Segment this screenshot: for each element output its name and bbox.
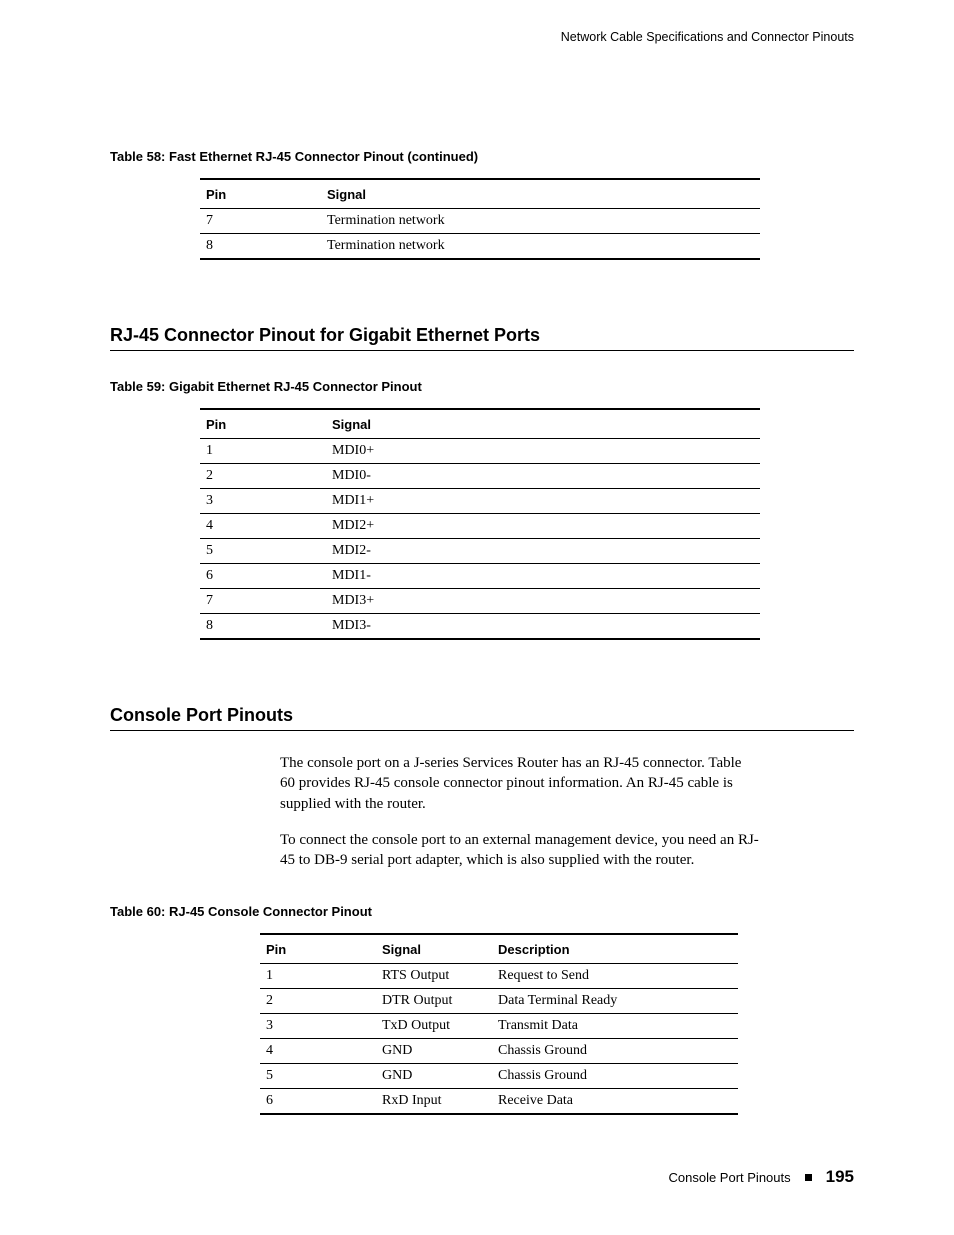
cell-description: Transmit Data: [492, 1014, 738, 1039]
cell-signal: RxD Input: [376, 1089, 492, 1115]
paragraph: The console port on a J-series Services …: [280, 753, 760, 814]
cell-signal: Termination network: [321, 234, 760, 260]
table-row: 1RTS OutputRequest to Send: [260, 964, 738, 989]
cell-signal: RTS Output: [376, 964, 492, 989]
th-signal: Signal: [321, 179, 760, 209]
cell-signal: MDI2-: [326, 539, 760, 564]
body-text: The console port on a J-series Services …: [280, 753, 760, 870]
cell-pin: 1: [200, 439, 326, 464]
table-row: 3TxD OutputTransmit Data: [260, 1014, 738, 1039]
cell-signal: MDI0-: [326, 464, 760, 489]
cell-pin: 7: [200, 209, 321, 234]
cell-description: Data Terminal Ready: [492, 989, 738, 1014]
paragraph: To connect the console port to an extern…: [280, 830, 760, 871]
running-header: Network Cable Specifications and Connect…: [110, 30, 854, 44]
table-row: 4GNDChassis Ground: [260, 1039, 738, 1064]
cell-signal: DTR Output: [376, 989, 492, 1014]
cell-signal: MDI0+: [326, 439, 760, 464]
cell-pin: 3: [200, 489, 326, 514]
bullet-square-icon: [805, 1174, 812, 1181]
table-row: 5GNDChassis Ground: [260, 1064, 738, 1089]
cell-pin: 4: [200, 514, 326, 539]
cell-signal: TxD Output: [376, 1014, 492, 1039]
cell-signal: GND: [376, 1039, 492, 1064]
cell-pin: 3: [260, 1014, 376, 1039]
table-row: 6MDI1-: [200, 564, 760, 589]
cell-description: Request to Send: [492, 964, 738, 989]
table-60: Pin Signal Description 1RTS OutputReques…: [260, 933, 738, 1115]
cell-pin: 2: [260, 989, 376, 1014]
cell-signal: MDI2+: [326, 514, 760, 539]
th-pin: Pin: [200, 409, 326, 439]
table-59: Pin Signal 1MDI0+ 2MDI0- 3MDI1+ 4MDI2+ 5…: [200, 408, 760, 640]
footer-section-label: Console Port Pinouts: [669, 1170, 791, 1185]
table-row: 8MDI3-: [200, 614, 760, 640]
table-59-caption: Table 59: Gigabit Ethernet RJ-45 Connect…: [110, 379, 854, 394]
table-row: 4MDI2+: [200, 514, 760, 539]
cell-pin: 7: [200, 589, 326, 614]
cell-description: Chassis Ground: [492, 1039, 738, 1064]
table-row: 2MDI0-: [200, 464, 760, 489]
cell-pin: 6: [260, 1089, 376, 1115]
cell-signal: Termination network: [321, 209, 760, 234]
cell-pin: 1: [260, 964, 376, 989]
cell-description: Chassis Ground: [492, 1064, 738, 1089]
table-row: 2DTR OutputData Terminal Ready: [260, 989, 738, 1014]
th-description: Description: [492, 934, 738, 964]
th-pin: Pin: [260, 934, 376, 964]
cell-signal: MDI1+: [326, 489, 760, 514]
table-58: Pin Signal 7 Termination network 8 Termi…: [200, 178, 760, 260]
page-footer: Console Port Pinouts 195: [669, 1167, 855, 1187]
table-row: 7 Termination network: [200, 209, 760, 234]
th-pin: Pin: [200, 179, 321, 209]
table-row: 3MDI1+: [200, 489, 760, 514]
cell-signal: GND: [376, 1064, 492, 1089]
cell-pin: 4: [260, 1039, 376, 1064]
cell-signal: MDI3-: [326, 614, 760, 640]
table-row: 5MDI2-: [200, 539, 760, 564]
section-heading-gigabit: RJ-45 Connector Pinout for Gigabit Ether…: [110, 325, 854, 346]
cell-pin: 2: [200, 464, 326, 489]
table-row: 1MDI0+: [200, 439, 760, 464]
table-row: 8 Termination network: [200, 234, 760, 260]
page-number: 195: [826, 1167, 854, 1187]
th-signal: Signal: [326, 409, 760, 439]
table-58-caption: Table 58: Fast Ethernet RJ-45 Connector …: [110, 149, 854, 164]
cell-pin: 5: [260, 1064, 376, 1089]
table-row: 7MDI3+: [200, 589, 760, 614]
cell-pin: 5: [200, 539, 326, 564]
table-60-caption: Table 60: RJ-45 Console Connector Pinout: [110, 904, 854, 919]
cell-pin: 8: [200, 614, 326, 640]
th-signal: Signal: [376, 934, 492, 964]
cell-signal: MDI1-: [326, 564, 760, 589]
table-row: 6RxD InputReceive Data: [260, 1089, 738, 1115]
section-heading-console: Console Port Pinouts: [110, 705, 854, 726]
cell-pin: 6: [200, 564, 326, 589]
cell-pin: 8: [200, 234, 321, 260]
cell-signal: MDI3+: [326, 589, 760, 614]
cell-description: Receive Data: [492, 1089, 738, 1115]
